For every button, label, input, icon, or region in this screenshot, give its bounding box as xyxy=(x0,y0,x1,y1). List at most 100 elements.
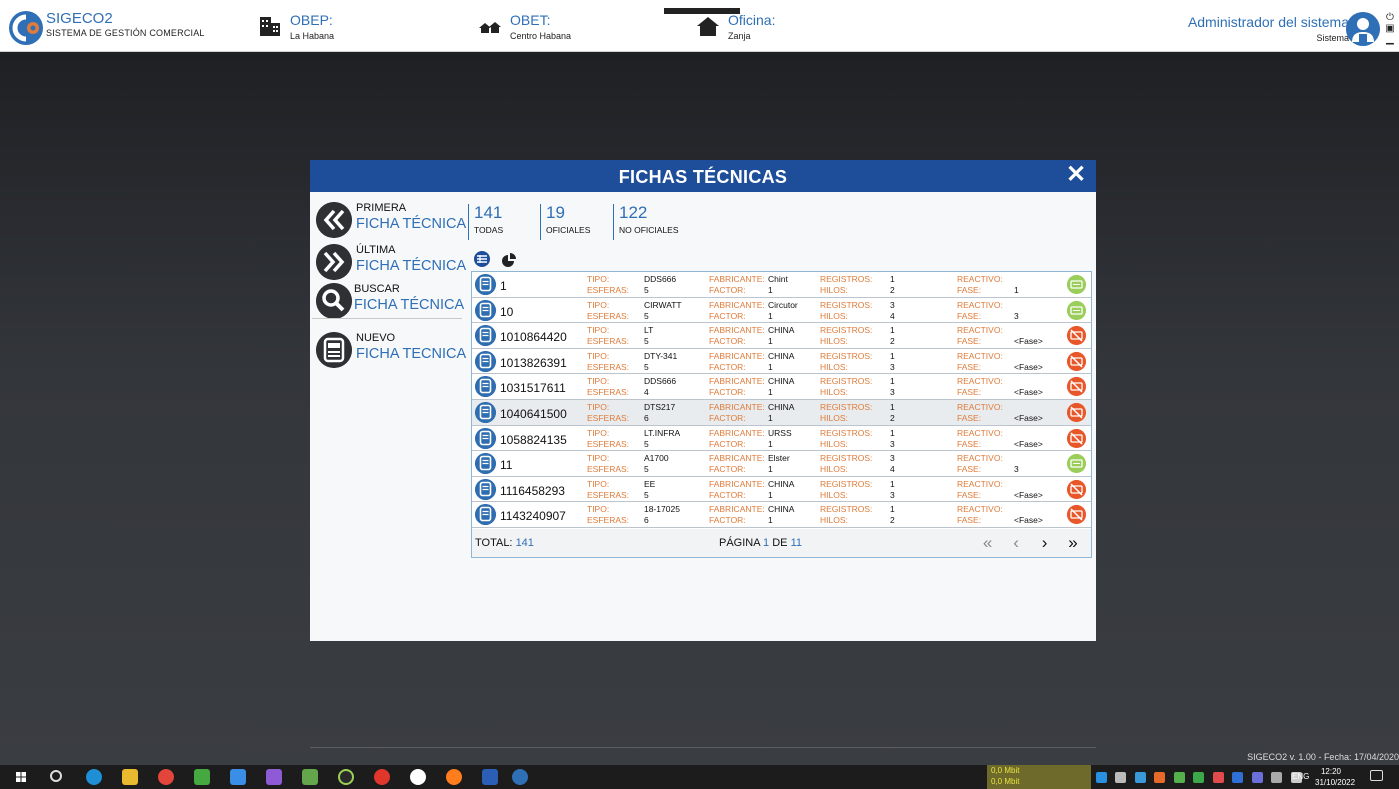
ficha-id: 1031517611 xyxy=(500,381,566,396)
table-row[interactable]: 1040641500 TIPO: DTS217 ESFERAS: 6 FABRICANTE… xyxy=(472,399,1091,426)
table-row[interactable]: 10 TIPO: CIRWATT ESFERAS: 5 FABRICANTE: Circut… xyxy=(472,297,1091,324)
fase-value: <Fase> xyxy=(1014,515,1043,526)
obep-label: OBEP: xyxy=(290,12,333,28)
factor-label: FACTOR: xyxy=(709,336,746,347)
app-tool-icon[interactable] xyxy=(302,769,318,785)
counter-todas[interactable]: 141 TODAS xyxy=(468,204,503,240)
new-ficha-button[interactable]: NUEVO FICHA TECNICA xyxy=(316,330,466,370)
new-ficha-small-label: NUEVO xyxy=(356,332,396,344)
table-row[interactable]: 1 TIPO: DDS666 ESFERAS: 5 FABRICANTE: Chint FAC… xyxy=(472,272,1091,298)
table-row[interactable]: 1143240907 TIPO: 18-17025 ESFERAS: 6 FABRICAN… xyxy=(472,502,1091,528)
app-u-icon[interactable] xyxy=(338,769,354,785)
app-green-icon[interactable] xyxy=(194,769,210,785)
fabricante-label: FABRICANTE: xyxy=(709,453,765,464)
app-circle-icon[interactable] xyxy=(410,769,426,785)
counter-no-oficiales[interactable]: 122 NO OFICIALES xyxy=(613,204,679,240)
user-name[interactable]: Administrador del sistema xyxy=(1188,14,1349,30)
windows-start-icon[interactable] xyxy=(16,772,26,782)
language-indicator[interactable]: ENG xyxy=(1292,772,1309,781)
minimize-icon[interactable]: ▁ xyxy=(1384,34,1396,45)
file-explorer-icon[interactable] xyxy=(122,769,138,785)
pie-chart-icon[interactable] xyxy=(502,253,517,267)
reactivo-label: REACTIVO: xyxy=(957,325,1003,336)
last-page-button[interactable]: » xyxy=(1061,533,1085,553)
tipo-label: TIPO: xyxy=(587,350,610,361)
page-total: 11 xyxy=(790,537,802,549)
fase-label: FASE: xyxy=(957,438,982,449)
ficha-id: 1 xyxy=(500,279,507,293)
obet-label: OBET: xyxy=(510,12,551,28)
chrome-icon[interactable] xyxy=(158,769,174,785)
esferas-label: ESFERAS: xyxy=(587,438,630,449)
official-status-icon[interactable] xyxy=(1067,275,1086,294)
power-icon[interactable]: ⏻ xyxy=(1384,12,1396,23)
settings-icon[interactable]: ▣ xyxy=(1384,23,1396,34)
table-row[interactable]: 1031517611 TIPO: DDS666 ESFERAS: 4 FABRICANTE… xyxy=(472,374,1091,400)
tray-teams-icon[interactable] xyxy=(1251,772,1263,783)
tray-bluetooth-icon[interactable] xyxy=(1232,772,1244,783)
not-official-status-icon[interactable] xyxy=(1067,479,1086,499)
hilos-label: HILOS: xyxy=(820,515,848,526)
app-blue-icon[interactable] xyxy=(230,769,246,785)
table-row[interactable]: 1058824135 TIPO: LT.INFRA ESFERAS: 5 FABRICAN… xyxy=(472,425,1091,452)
clock[interactable]: 12:20 31/10/2022 xyxy=(1315,766,1355,788)
tray-network-icon[interactable] xyxy=(1134,772,1146,783)
tray-app-icon[interactable] xyxy=(1096,772,1107,783)
factor-value: 1 xyxy=(768,464,773,475)
dialog-header: FICHAS TÉCNICAS ✕ xyxy=(310,160,1096,192)
first-ficha-small-label: PRIMERA xyxy=(356,202,407,214)
search-taskbar-icon[interactable] xyxy=(50,770,62,782)
table-row[interactable]: 1013826391 TIPO: DTY-341 ESFERAS: 5 FABRICANT… xyxy=(472,348,1091,375)
tray-display-icon[interactable] xyxy=(1271,772,1283,783)
esferas-value: 6 xyxy=(644,412,649,423)
firefox-icon[interactable] xyxy=(446,769,462,785)
table-footer: TOTAL: 141 PÁGINA 1 DE 11 « ‹ › » xyxy=(472,529,1091,557)
counter-oficiales[interactable]: 19 OFICIALES xyxy=(540,204,590,240)
registros-label: REGISTROS: xyxy=(820,350,873,361)
tipo-value: DTS217 xyxy=(644,401,676,412)
not-official-status-icon[interactable] xyxy=(1067,377,1086,397)
sigeco-taskbar-icon[interactable] xyxy=(512,769,528,785)
tray-office-icon[interactable] xyxy=(1154,772,1166,783)
official-status-icon[interactable] xyxy=(1067,300,1086,320)
table-row[interactable]: 11 TIPO: A1700 ESFERAS: 5 FABRICANTE: Elster FA… xyxy=(472,451,1091,477)
table-row[interactable]: 1010864420 TIPO: LT ESFERAS: 5 FABRICANTE: CHI… xyxy=(472,323,1091,349)
hilos-value: 3 xyxy=(890,489,895,500)
fase-value: <Fase> xyxy=(1014,336,1043,347)
first-page-button[interactable]: « xyxy=(976,533,1000,553)
prev-page-button[interactable]: ‹ xyxy=(1004,533,1028,553)
tray-drive-icon[interactable] xyxy=(1193,772,1205,783)
version-text: SIGECO2 v. 1.00 - Fecha: 17/04/2020 xyxy=(1247,752,1399,762)
esferas-label: ESFERAS: xyxy=(587,464,630,475)
not-official-status-icon[interactable] xyxy=(1067,326,1086,346)
list-view-icon[interactable] xyxy=(474,251,490,267)
visual-studio-icon[interactable] xyxy=(266,769,282,785)
tipo-value: LT.INFRA xyxy=(644,427,681,438)
opera-icon[interactable] xyxy=(374,769,390,785)
factor-label: FACTOR: xyxy=(709,489,746,500)
counter-todas-value: 141 xyxy=(474,203,503,222)
edge-icon[interactable] xyxy=(86,769,102,785)
tray-leaf-icon[interactable] xyxy=(1173,772,1185,783)
user-avatar-icon[interactable] xyxy=(1346,12,1380,46)
not-official-status-icon[interactable] xyxy=(1067,351,1086,371)
not-official-status-icon[interactable] xyxy=(1067,505,1086,525)
official-status-icon[interactable] xyxy=(1067,454,1086,474)
first-ficha-button[interactable]: PRIMERA FICHA TÉCNICA xyxy=(316,200,466,240)
esferas-label: ESFERAS: xyxy=(587,412,630,423)
network-monitor: 0,0 Mbit 0,0 Mbit xyxy=(987,765,1091,789)
notification-icon[interactable] xyxy=(1370,770,1383,781)
close-icon[interactable]: ✕ xyxy=(1064,163,1088,187)
factor-value: 1 xyxy=(768,515,773,526)
table-row[interactable]: 1116458293 TIPO: EE ESFERAS: 5 FABRICANTE: CHI… xyxy=(472,476,1091,503)
factor-value: 1 xyxy=(768,336,773,347)
tray-printer-icon[interactable] xyxy=(1115,772,1127,783)
last-ficha-button[interactable]: ÚLTIMA FICHA TÉCNICA xyxy=(316,242,466,282)
user-role: Sistema xyxy=(1316,33,1349,43)
word-icon[interactable] xyxy=(482,769,498,785)
not-official-status-icon[interactable] xyxy=(1067,428,1086,448)
tray-security-icon[interactable] xyxy=(1212,772,1224,783)
not-official-status-icon[interactable] xyxy=(1067,402,1086,422)
search-ficha-button[interactable]: BUSCAR FICHA TÉCNICA xyxy=(316,281,466,321)
next-page-button[interactable]: › xyxy=(1033,533,1057,553)
